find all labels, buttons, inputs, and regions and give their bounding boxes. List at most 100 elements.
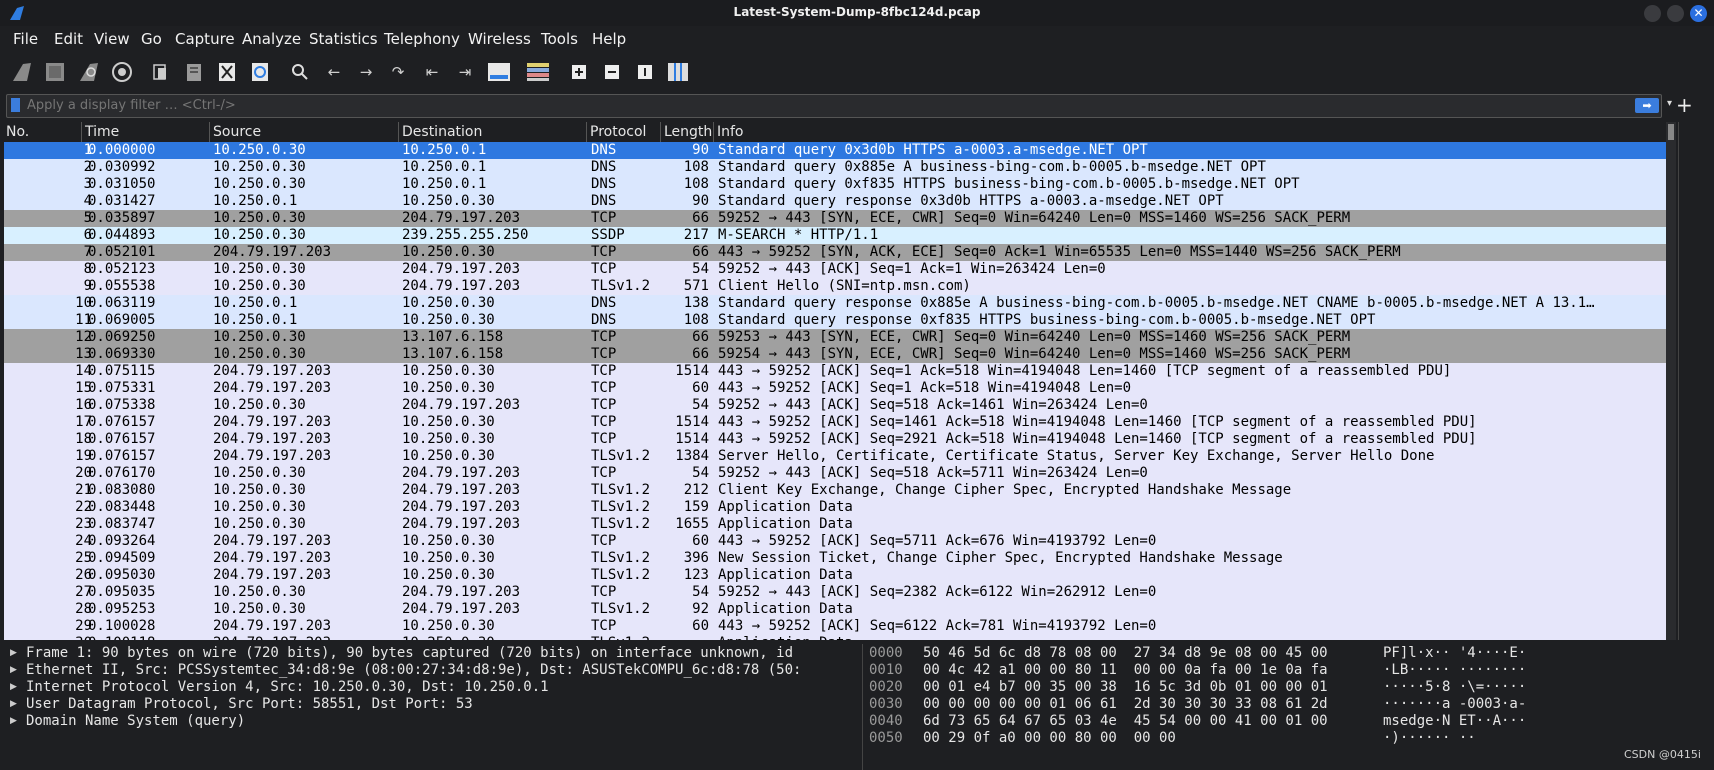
- packet-row[interactable]: 23 0.083747 10.250.0.30 204.79.197.203 TLSv1…: [4, 516, 1666, 533]
- packet-row[interactable]: 20 0.076170 10.250.0.30 204.79.197.203 TCP 54…: [4, 465, 1666, 482]
- packet-row[interactable]: 15 0.075331 204.79.197.203 10.250.0.30 TCP 60…: [4, 380, 1666, 397]
- menu-statistics[interactable]: Statistics: [309, 30, 378, 48]
- packet-row[interactable]: 27 0.095035 10.250.0.30 204.79.197.203 TCP 54…: [4, 584, 1666, 601]
- hex-bytes[interactable]: 00 4c 42 a1 00 00 80 11 00 00 0a fa 00 1…: [923, 662, 1328, 678]
- filter-history-chevron-down-icon[interactable]: ▾: [1667, 98, 1672, 109]
- hex-ascii[interactable]: ·····5·8 ·\=·····: [1383, 679, 1526, 695]
- packet-list-scrollbar[interactable]: [1666, 122, 1676, 640]
- menu-help[interactable]: Help: [592, 30, 626, 48]
- open-file-icon[interactable]: [149, 60, 173, 84]
- zoom-in-icon[interactable]: [567, 60, 591, 84]
- column-header-source[interactable]: Source: [213, 124, 261, 140]
- shark-fin-start-icon[interactable]: [10, 60, 34, 84]
- hex-ascii[interactable]: ·)······ ··: [1383, 730, 1476, 746]
- go-back-icon[interactable]: ←: [322, 60, 346, 84]
- menu-capture[interactable]: Capture: [175, 30, 235, 48]
- minimize-button[interactable]: [1644, 5, 1661, 22]
- maximize-button[interactable]: [1667, 5, 1684, 22]
- menu-go[interactable]: Go: [141, 30, 162, 48]
- expand-arrow-icon[interactable]: ▶: [10, 716, 17, 726]
- resize-columns-icon[interactable]: [666, 60, 690, 84]
- detail-ethernet[interactable]: Ethernet II, Src: PCSSystemtec_34:d8:9e …: [26, 662, 801, 678]
- column-header-info[interactable]: Info: [717, 124, 744, 140]
- packet-row[interactable]: 10 0.063119 10.250.0.1 10.250.0.30 DNS 138 Sta…: [4, 295, 1666, 312]
- scrollbar-thumb[interactable]: [1668, 124, 1674, 140]
- menu-analyze[interactable]: Analyze: [242, 30, 301, 48]
- colorize-icon[interactable]: [526, 60, 550, 84]
- stop-square-icon[interactable]: [43, 60, 67, 84]
- hex-ascii[interactable]: ·LB····· ········: [1383, 662, 1526, 678]
- packet-row[interactable]: 7 0.052101 204.79.197.203 10.250.0.30 TCP 66 4…: [4, 244, 1666, 261]
- packet-row[interactable]: 6 0.044893 10.250.0.30 239.255.255.250 SSDP 2…: [4, 227, 1666, 244]
- autoscroll-icon[interactable]: [487, 60, 511, 84]
- packet-row[interactable]: 28 0.095253 10.250.0.30 204.79.197.203 TLSv1…: [4, 601, 1666, 618]
- packet-row[interactable]: 16 0.075338 10.250.0.30 204.79.197.203 TCP 54…: [4, 397, 1666, 414]
- packet-row[interactable]: 9 0.055538 10.250.0.30 204.79.197.203 TLSv1.…: [4, 278, 1666, 295]
- hex-bytes[interactable]: 6d 73 65 64 67 65 03 4e 45 54 00 00 41 0…: [923, 713, 1328, 729]
- zoom-out-icon[interactable]: [600, 60, 624, 84]
- packet-row[interactable]: 24 0.093264 204.79.197.203 10.250.0.30 TCP 60…: [4, 533, 1666, 550]
- reload-file-icon[interactable]: [248, 60, 272, 84]
- packet-row[interactable]: 2 0.030992 10.250.0.30 10.250.0.1 DNS 108 Stan…: [4, 159, 1666, 176]
- normal-size-icon[interactable]: [633, 60, 657, 84]
- add-filter-button[interactable]: +: [1676, 93, 1693, 117]
- packet-row[interactable]: 18 0.076157 204.79.197.203 10.250.0.30 TCP 15…: [4, 431, 1666, 448]
- packet-row[interactable]: 17 0.076157 204.79.197.203 10.250.0.30 TCP 15…: [4, 414, 1666, 431]
- packet-row[interactable]: 25 0.094509 204.79.197.203 10.250.0.30 TLSv1…: [4, 550, 1666, 567]
- filter-bookmark-icon[interactable]: [11, 98, 20, 112]
- packet-row[interactable]: 1 0.000000 10.250.0.30 10.250.0.1 DNS 90 Stand…: [4, 142, 1666, 159]
- hex-bytes[interactable]: 00 01 e4 b7 00 35 00 38 16 5c 3d 0b 01 0…: [923, 679, 1328, 695]
- expand-arrow-icon[interactable]: ▶: [10, 665, 17, 675]
- capture-options-gear-icon[interactable]: [110, 60, 134, 84]
- menu-file[interactable]: File: [13, 30, 38, 48]
- packet-row[interactable]: 12 0.069250 10.250.0.30 13.107.6.158 TCP 66 59…: [4, 329, 1666, 346]
- menu-edit[interactable]: Edit: [54, 30, 83, 48]
- packet-row[interactable]: 13 0.069330 10.250.0.30 13.107.6.158 TCP 66 59…: [4, 346, 1666, 363]
- column-header-no[interactable]: No.: [6, 124, 29, 140]
- packet-row[interactable]: 22 0.083448 10.250.0.30 204.79.197.203 TLSv1…: [4, 499, 1666, 516]
- packet-row[interactable]: 3 0.031050 10.250.0.30 10.250.0.1 DNS 108 Stan…: [4, 176, 1666, 193]
- menu-view[interactable]: View: [94, 30, 130, 48]
- detail-ipv4[interactable]: Internet Protocol Version 4, Src: 10.250…: [26, 679, 549, 695]
- hex-ascii[interactable]: ·······a -0003·a-: [1383, 696, 1526, 712]
- hex-bytes[interactable]: 00 00 00 00 00 01 06 61 2d 30 30 30 33 0…: [923, 696, 1328, 712]
- expand-arrow-icon[interactable]: ▶: [10, 699, 17, 709]
- packet-row[interactable]: 8 0.052123 10.250.0.30 204.79.197.203 TCP 54 5…: [4, 261, 1666, 278]
- column-header-destination[interactable]: Destination: [402, 124, 482, 140]
- expand-arrow-icon[interactable]: ▶: [10, 682, 17, 692]
- packet-row[interactable]: 300.100118 204.79.197.203 10.250.0.30 TLSv1…: [4, 635, 1666, 640]
- packet-row[interactable]: 5 0.035897 10.250.0.30 204.79.197.203 TCP 66 5…: [4, 210, 1666, 227]
- expand-arrow-icon[interactable]: ▶: [10, 648, 17, 658]
- detail-udp[interactable]: User Datagram Protocol, Src Port: 58551,…: [26, 696, 473, 712]
- hex-bytes[interactable]: 00 29 0f a0 00 00 80 00 00 00: [923, 730, 1176, 746]
- close-file-icon[interactable]: [215, 60, 239, 84]
- hex-bytes[interactable]: 50 46 5d 6c d8 78 08 00 27 34 d8 9e 08 0…: [923, 645, 1328, 661]
- go-forward-icon[interactable]: →: [354, 60, 378, 84]
- hex-ascii[interactable]: PF]l·x·· '4····E·: [1383, 645, 1526, 661]
- packet-row[interactable]: 29 0.100028 204.79.197.203 10.250.0.30 TCP 60…: [4, 618, 1666, 635]
- packet-row[interactable]: 21 0.083080 10.250.0.30 204.79.197.203 TLSv1…: [4, 482, 1666, 499]
- apply-filter-arrow-icon[interactable]: ➡: [1635, 98, 1659, 113]
- menu-wireless[interactable]: Wireless: [468, 30, 531, 48]
- packet-row[interactable]: 14 0.075115 204.79.197.203 10.250.0.30 TCP 15…: [4, 363, 1666, 380]
- packet-row[interactable]: 26 0.095030 204.79.197.203 10.250.0.30 TLSv1…: [4, 567, 1666, 584]
- go-to-packet-icon[interactable]: ↷: [386, 60, 410, 84]
- menu-telephony[interactable]: Telephony: [384, 30, 460, 48]
- packet-row[interactable]: 11 0.069005 10.250.0.1 10.250.0.30 DNS 108 Sta…: [4, 312, 1666, 329]
- detail-frame[interactable]: Frame 1: 90 bytes on wire (720 bits), 90…: [26, 645, 793, 661]
- hex-ascii[interactable]: msedge·N ET··A···: [1383, 713, 1526, 729]
- column-header-time[interactable]: Time: [85, 124, 119, 140]
- save-file-icon[interactable]: [182, 60, 206, 84]
- detail-dns[interactable]: Domain Name System (query): [26, 713, 245, 729]
- first-packet-icon[interactable]: ⇤: [420, 60, 444, 84]
- column-header-length[interactable]: Length: [664, 124, 712, 140]
- search-icon[interactable]: [288, 60, 312, 84]
- column-header-protocol[interactable]: Protocol: [590, 124, 646, 140]
- last-packet-icon[interactable]: ⇥: [453, 60, 477, 84]
- display-filter-input[interactable]: [27, 96, 1607, 114]
- close-button[interactable]: ✕: [1690, 5, 1707, 22]
- restart-fin-icon[interactable]: [77, 60, 101, 84]
- packet-list-minimap[interactable]: [1678, 122, 1705, 640]
- packet-row[interactable]: 19 0.076157 204.79.197.203 10.250.0.30 TLSv1…: [4, 448, 1666, 465]
- menu-tools[interactable]: Tools: [541, 30, 578, 48]
